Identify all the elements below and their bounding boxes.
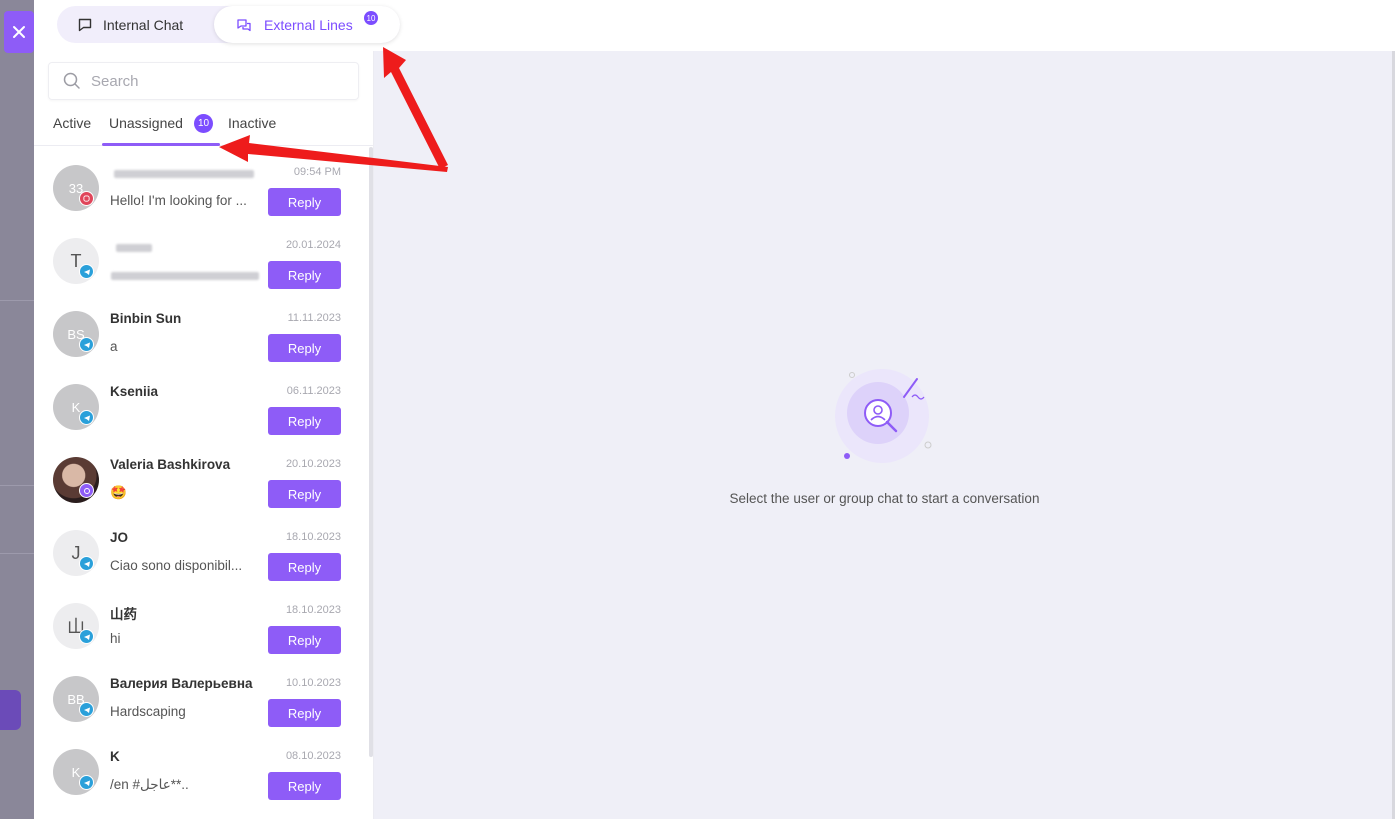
unassigned-count-badge: 10 (194, 114, 213, 133)
conversation-row[interactable]: 33 Hello! I'm looking for ... 09:54 PM R… (34, 147, 374, 220)
avatar: BS (53, 311, 99, 357)
chat-main-area: Select the user or group chat to start a… (374, 51, 1395, 819)
message-preview: Hardscaping (110, 704, 186, 719)
conversation-row[interactable]: T 20.01.2024 Reply (34, 220, 374, 293)
active-tab-indicator (102, 143, 220, 146)
redacted-name (114, 170, 254, 178)
telegram-icon (79, 410, 94, 425)
tab-internal-chat[interactable]: Internal Chat (77, 6, 183, 43)
message-date: 08.10.2023 (285, 750, 341, 762)
search-user-illustration-icon (835, 369, 932, 463)
avatar (53, 457, 99, 503)
conversation-row[interactable]: K K /en #عاجل**.. 08.10.2023 Reply (34, 731, 374, 804)
message-preview: a (110, 339, 118, 354)
tab-active[interactable]: Active (53, 115, 91, 131)
conversation-row[interactable]: BS Binbin Sun a 11.11.2023 Reply (34, 293, 374, 366)
telegram-icon (79, 702, 94, 717)
message-date: 09:54 PM (293, 166, 341, 178)
multi-chat-icon (237, 18, 251, 31)
channel-tab-group: Internal Chat External Lines 10 (57, 6, 400, 43)
message-date: 20.01.2024 (285, 239, 341, 251)
message-preview: /en #عاجل**.. (110, 777, 189, 792)
message-date: 11.11.2023 (287, 312, 341, 324)
contact-name: JO (110, 530, 129, 545)
reply-button[interactable]: Reply (268, 480, 341, 508)
avatar: K (53, 749, 99, 795)
telegram-icon (79, 775, 94, 790)
contact-name: 山药 (110, 607, 137, 622)
avatar: 33 (53, 165, 99, 211)
search-field[interactable]: Search (48, 62, 359, 100)
avatar: K (53, 384, 99, 430)
message-preview: Ciao sono disponibil... (110, 558, 243, 573)
conversation-row[interactable]: J JO Ciao sono disponibil... 18.10.2023 … (34, 512, 374, 585)
reply-button[interactable]: Reply (268, 261, 341, 289)
reply-button[interactable]: Reply (268, 407, 341, 435)
search-input[interactable]: Search (91, 73, 139, 90)
reply-button[interactable]: Reply (268, 626, 341, 654)
conversation-row[interactable]: K Kseniia 06.11.2023 Reply (34, 366, 374, 439)
conversation-sidebar: Search Active Unassigned 10 Inactive 33 … (34, 51, 374, 819)
message-preview: Hello! I'm looking for ... (110, 193, 247, 208)
list-scrollbar[interactable] (369, 147, 373, 757)
telegram-icon (79, 337, 94, 352)
conversation-list: 33 Hello! I'm looking for ... 09:54 PM R… (34, 147, 374, 819)
message-date: 06.11.2023 (286, 385, 341, 397)
reply-button[interactable]: Reply (268, 772, 341, 800)
instagram-icon (79, 191, 94, 206)
redacted-preview (111, 272, 259, 280)
telegram-icon (79, 264, 94, 279)
search-icon (63, 72, 80, 89)
message-date: 18.10.2023 (285, 604, 341, 616)
status-tabs: Active Unassigned 10 Inactive (34, 108, 374, 146)
tab-external-lines-label: External Lines (264, 16, 353, 33)
avatar: J (53, 530, 99, 576)
viber-icon (79, 483, 94, 498)
tab-internal-chat-label: Internal Chat (103, 16, 184, 33)
telegram-icon (79, 556, 94, 571)
reply-button[interactable]: Reply (268, 699, 341, 727)
close-button[interactable] (4, 11, 34, 53)
contact-name: Kseniia (110, 384, 159, 399)
contact-name: Валерия Валерьевна (110, 676, 253, 691)
avatar: BB (53, 676, 99, 722)
message-preview: 🤩 (110, 485, 127, 500)
empty-state-message: Select the user or group chat to start a… (729, 491, 1040, 506)
reply-button[interactable]: Reply (268, 334, 341, 362)
contact-name: Valeria Bashkirova (110, 457, 231, 472)
close-icon (13, 26, 25, 38)
message-preview: hi (110, 631, 121, 646)
tab-unassigned[interactable]: Unassigned (109, 115, 183, 131)
redacted-name (116, 244, 152, 252)
tab-external-lines[interactable]: External Lines 10 (214, 6, 400, 43)
message-date: 18.10.2023 (285, 531, 341, 543)
telegram-icon (79, 629, 94, 644)
background-app-strip (0, 0, 34, 819)
chat-bubble-icon (78, 18, 92, 31)
top-bar: Internal Chat External Lines 10 (34, 0, 1395, 51)
avatar: 山 (53, 603, 99, 649)
external-lines-count-badge: 10 (364, 11, 378, 25)
conversation-row[interactable]: 山 山药 hi 18.10.2023 Reply (34, 585, 374, 658)
conversation-row[interactable]: Valeria Bashkirova 🤩 20.10.2023 Reply (34, 439, 374, 512)
contact-name: Binbin Sun (110, 311, 182, 326)
background-nav-active (0, 690, 21, 730)
reply-button[interactable]: Reply (268, 188, 341, 216)
reply-button[interactable]: Reply (268, 553, 341, 581)
message-date: 20.10.2023 (285, 458, 341, 470)
tab-inactive[interactable]: Inactive (228, 115, 276, 131)
message-date: 10.10.2023 (285, 677, 341, 689)
conversation-row[interactable]: BB Валерия Валерьевна Hardscaping 10.10.… (34, 658, 374, 731)
contact-name: K (110, 749, 120, 764)
avatar: T (53, 238, 99, 284)
